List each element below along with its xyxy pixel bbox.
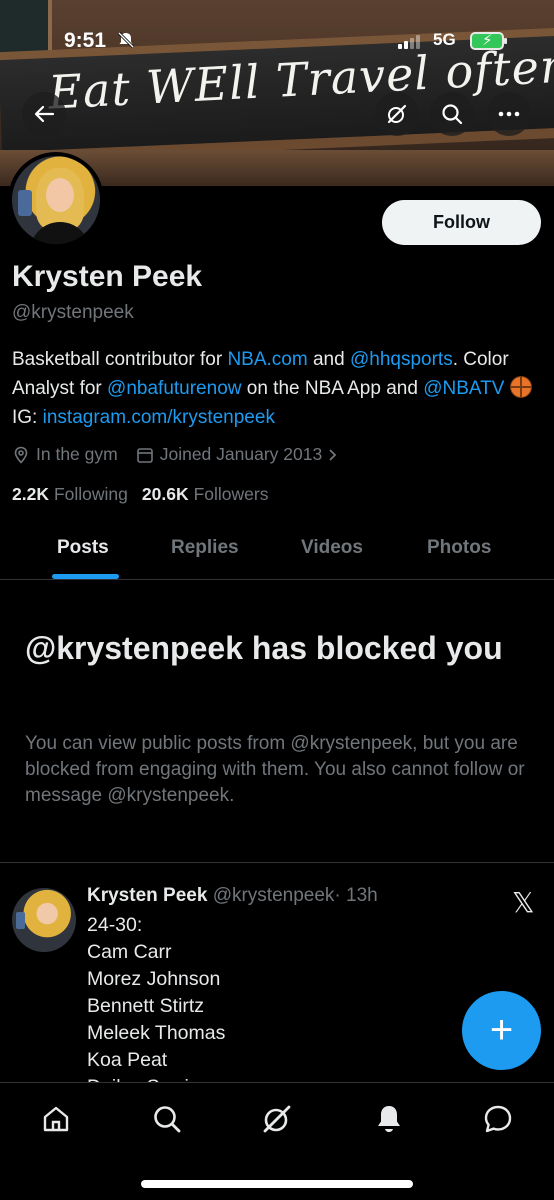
tab-videos[interactable]: Videos	[301, 537, 363, 559]
tab-posts[interactable]: Posts	[57, 537, 109, 559]
post-line: Morez Johnson	[87, 968, 221, 990]
following-label: Following	[53, 484, 128, 504]
tab-photos[interactable]: Photos	[427, 537, 491, 559]
bio-text: on the NBA App and	[241, 378, 424, 399]
nav-grok[interactable]	[257, 1099, 297, 1139]
network-type: 5G	[433, 30, 456, 49]
avatar-face	[46, 178, 74, 212]
post-body[interactable]: 24-30: Cam Carr Morez Johnson Bennett St…	[87, 912, 447, 1082]
bio-link-hhqsports[interactable]: @hhqsports	[350, 349, 453, 370]
post-line: Bennett Stirtz	[87, 995, 205, 1017]
post-line: Meleek Thomas	[87, 1022, 226, 1044]
grok-icon	[387, 104, 407, 124]
nav-messages[interactable]	[478, 1099, 518, 1139]
following-stat[interactable]: 2.2K Following	[12, 484, 128, 505]
profile-bio: Basketball contributor for NBA.com and @…	[12, 345, 542, 432]
bio-link-nbatv[interactable]: @NBATV	[423, 378, 504, 399]
avatar-logo	[18, 190, 32, 216]
post-line: Cam Carr	[87, 941, 172, 963]
home-icon	[43, 1106, 69, 1132]
battery-icon: ⚡	[470, 32, 507, 50]
back-arrow-icon	[34, 105, 55, 123]
post-avatar-logo	[16, 912, 25, 929]
cellular-signal-icon	[398, 33, 422, 49]
chevron-right-icon	[329, 448, 337, 461]
calendar-icon	[136, 447, 153, 463]
profile-meta: In the gym Joined January 2013	[12, 444, 362, 465]
post-author-avatar[interactable]	[12, 888, 76, 952]
nav-explore[interactable]	[147, 1099, 187, 1139]
blocked-title: @krystenpeek has blocked you	[25, 630, 503, 666]
more-options-button[interactable]	[487, 92, 531, 136]
location-item: In the gym	[12, 444, 118, 465]
notifications-icon	[378, 1106, 400, 1132]
active-tab-indicator	[52, 574, 119, 579]
location-text: In the gym	[36, 444, 118, 464]
followers-count: 20.6K	[141, 484, 189, 504]
post-line: Koa Peat	[87, 1049, 168, 1071]
avatar-shirt	[30, 222, 90, 244]
followers-stat[interactable]: 20.6K Followers	[142, 484, 269, 505]
post-line: Dailyn Swain	[87, 1074, 447, 1082]
status-time: 9:51	[64, 29, 107, 52]
bio-text: and	[307, 349, 350, 370]
profile-tabs: Posts Replies Videos Photos	[0, 520, 554, 580]
post-author-name[interactable]: Krysten Peek	[87, 885, 207, 906]
home-indicator[interactable]	[141, 1180, 413, 1188]
messages-icon	[484, 1105, 512, 1133]
grok-button[interactable]	[375, 92, 419, 136]
explore-icon	[154, 1106, 181, 1133]
profile-handle: @krystenpeek	[12, 302, 134, 323]
grok-nav-icon	[263, 1105, 291, 1133]
joined-text: Joined January 2013	[159, 444, 323, 464]
compose-post-button[interactable]: +	[462, 991, 541, 1070]
location-icon	[14, 446, 28, 464]
section-divider	[0, 862, 554, 863]
following-count: 2.2K	[12, 484, 49, 504]
profile-avatar[interactable]	[8, 152, 104, 248]
followers-label: Followers	[193, 484, 269, 504]
profile-name: Krysten Peek	[12, 260, 203, 293]
x-logo-icon: 𝕏	[512, 886, 535, 919]
bio-link-instagram[interactable]: instagram.com/krystenpeek	[43, 407, 275, 428]
search-button[interactable]	[430, 92, 474, 136]
bio-text: Basketball contributor for	[12, 349, 228, 370]
bio-text: IG:	[12, 407, 43, 428]
basketball-icon	[509, 376, 532, 398]
blocked-description: You can view public posts from @krystenp…	[25, 733, 525, 806]
post-line: 24-30:	[87, 914, 143, 936]
tab-replies[interactable]: Replies	[171, 537, 239, 559]
back-button[interactable]	[22, 92, 66, 136]
nav-notifications[interactable]	[369, 1099, 409, 1139]
more-icon	[498, 111, 520, 117]
post-time: · 13h	[334, 885, 378, 906]
follow-stats: 2.2K Following 20.6K Followers	[12, 484, 283, 505]
follow-button[interactable]: Follow	[382, 200, 541, 245]
nav-home[interactable]	[36, 1099, 76, 1139]
search-icon	[442, 104, 463, 125]
post-header: Krysten Peek @krystenpeek· 13h	[87, 885, 378, 907]
bio-link-nbafuturenow[interactable]: @nbafuturenow	[107, 378, 241, 399]
bio-link-nba[interactable]: NBA.com	[227, 349, 307, 370]
post-author-handle[interactable]: @krystenpeek	[213, 885, 335, 906]
joined-item[interactable]: Joined January 2013	[136, 444, 344, 465]
status-bar: 9:51 5G ⚡	[0, 0, 554, 60]
silent-bell-icon	[117, 31, 135, 54]
